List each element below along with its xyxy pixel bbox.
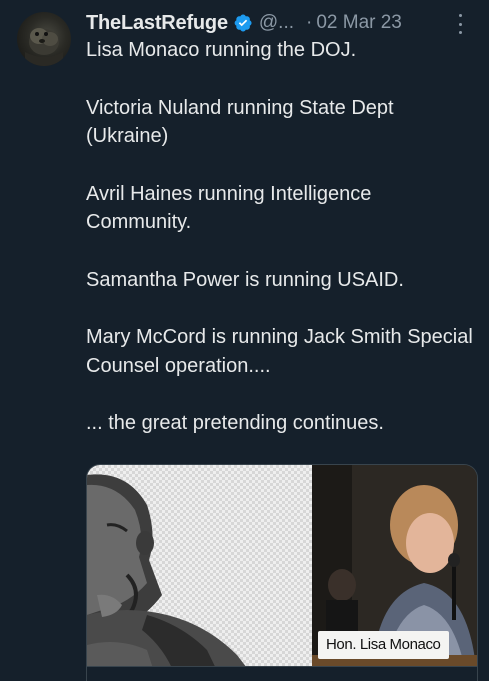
display-name[interactable]: TheLastRefuge bbox=[86, 12, 228, 35]
media-card-footer bbox=[87, 666, 477, 681]
tweet-text: Lisa Monaco running the DOJ. Victoria Nu… bbox=[86, 36, 476, 467]
tweet-paragraph: Lisa Monaco running the DOJ. bbox=[86, 39, 357, 61]
verified-badge-icon bbox=[233, 13, 253, 33]
avatar[interactable] bbox=[17, 12, 71, 66]
media-caption: Hon. Lisa Monaco bbox=[318, 631, 449, 659]
tweet[interactable]: TheLastRefuge @... · 02 Mar 23 Lisa Mona… bbox=[0, 0, 489, 681]
tweet-media[interactable]: Hon. Lisa Monaco bbox=[86, 464, 478, 681]
avatar-image bbox=[25, 28, 63, 66]
separator-dot: · bbox=[306, 12, 313, 33]
tweet-header: TheLastRefuge @... · 02 Mar 23 bbox=[86, 10, 469, 36]
more-vertical-icon[interactable] bbox=[453, 14, 467, 34]
tweet-paragraph: Victoria Nuland running State Dept (Ukra… bbox=[86, 96, 394, 148]
tweet-paragraph: Samantha Power is running USAID. bbox=[86, 268, 404, 291]
tweet-paragraph: ... the great pretending continues. bbox=[86, 412, 384, 434]
tweet-paragraph: Avril Haines running Intelligence Commun… bbox=[86, 182, 372, 234]
tweet-date[interactable]: 02 Mar 23 bbox=[316, 12, 402, 34]
media-image-left bbox=[87, 465, 312, 681]
handle[interactable]: @... bbox=[259, 12, 294, 34]
tweet-paragraph: Mary McCord is running Jack Smith Specia… bbox=[86, 326, 473, 377]
